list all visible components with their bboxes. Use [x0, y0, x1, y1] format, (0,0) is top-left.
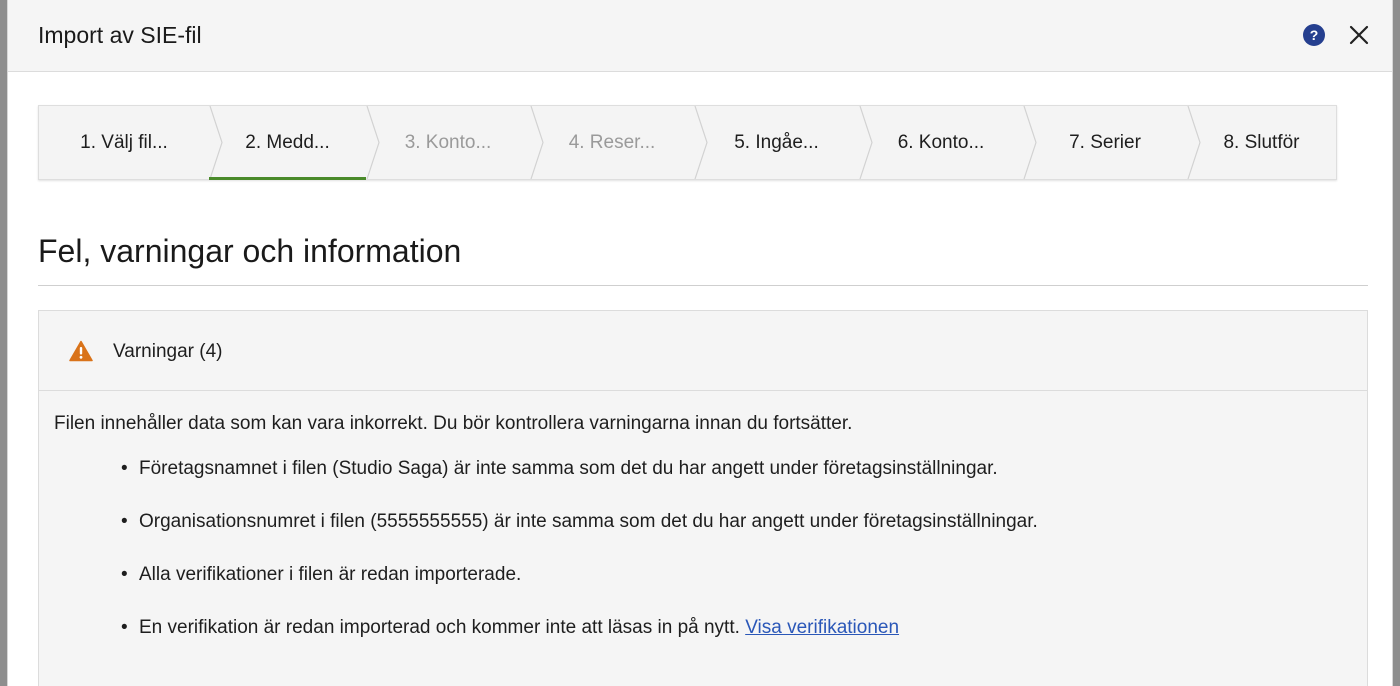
list-item-text: Organisationsnumret i filen (5555555555)…: [139, 511, 1038, 532]
bullet-icon: •: [121, 458, 128, 479]
step-label: 1. Välj fil...: [80, 131, 168, 153]
show-verification-link[interactable]: Visa verifikationen: [745, 617, 899, 638]
step-5-ingaende[interactable]: 5. Ingåe...: [694, 106, 859, 179]
step-label: 2. Medd...: [245, 131, 330, 153]
dialog-title: Import av SIE-fil: [38, 22, 202, 48]
bullet-icon: •: [121, 511, 128, 532]
dialog-header: Import av SIE-fil ?: [8, 0, 1392, 72]
list-item: • Företagsnamnet i filen (Studio Saga) är…: [121, 458, 998, 480]
close-icon[interactable]: [1348, 24, 1370, 46]
step-7-serier[interactable]: 7. Serier: [1023, 106, 1187, 179]
list-item: • En verifikation är redan importerad och…: [121, 617, 899, 639]
list-item-text: Alla verifikationer i filen är redan imp…: [139, 564, 522, 585]
question-circle-icon[interactable]: ?: [1303, 24, 1325, 46]
step-label: 3. Konto...: [404, 131, 492, 153]
import-dialog: Import av SIE-fil ? 1. Välj fil... 2. Me…: [7, 0, 1393, 686]
section-title: Fel, varningar och information: [38, 233, 462, 269]
step-1-valj-fil[interactable]: 1. Välj fil...: [39, 106, 209, 179]
active-step-indicator: [209, 177, 366, 180]
step-2-meddelanden[interactable]: 2. Medd...: [209, 106, 366, 180]
step-label: 5. Ingåe...: [734, 131, 819, 153]
step-4-reser: 4. Reser...: [530, 106, 694, 179]
step-label: 4. Reser...: [568, 131, 656, 153]
list-item-text: Företagsnamnet i filen (Studio Saga) är …: [139, 458, 998, 479]
list-item: • Alla verifikationer i filen är redan im…: [121, 564, 521, 586]
bullet-icon: •: [121, 617, 128, 638]
list-item-text: En verifikation är redan importerad och …: [139, 617, 740, 638]
section-divider: [38, 285, 1368, 286]
warnings-panel: Varningar (4) Filen innehåller data som …: [38, 310, 1368, 686]
warnings-intro: Filen innehåller data som kan vara inkor…: [54, 413, 853, 434]
warnings-title: Varningar (4): [113, 341, 223, 362]
step-label: 6. Konto...: [897, 131, 985, 153]
list-item: • Organisationsnumret i filen (5555555555…: [121, 511, 1038, 533]
bullet-icon: •: [121, 564, 128, 585]
warnings-panel-header[interactable]: Varningar (4): [39, 311, 1367, 391]
step-3-konto: 3. Konto...: [366, 106, 530, 179]
warning-triangle-icon: [69, 340, 93, 362]
step-label: 7. Serier: [1069, 131, 1141, 153]
wizard-stepper: 1. Välj fil... 2. Medd... 3. Konto... 4.…: [38, 105, 1337, 180]
step-6-konto[interactable]: 6. Konto...: [859, 106, 1023, 179]
step-8-slutfor[interactable]: 8. Slutför: [1187, 106, 1336, 179]
step-label: 8. Slutför: [1223, 131, 1300, 153]
